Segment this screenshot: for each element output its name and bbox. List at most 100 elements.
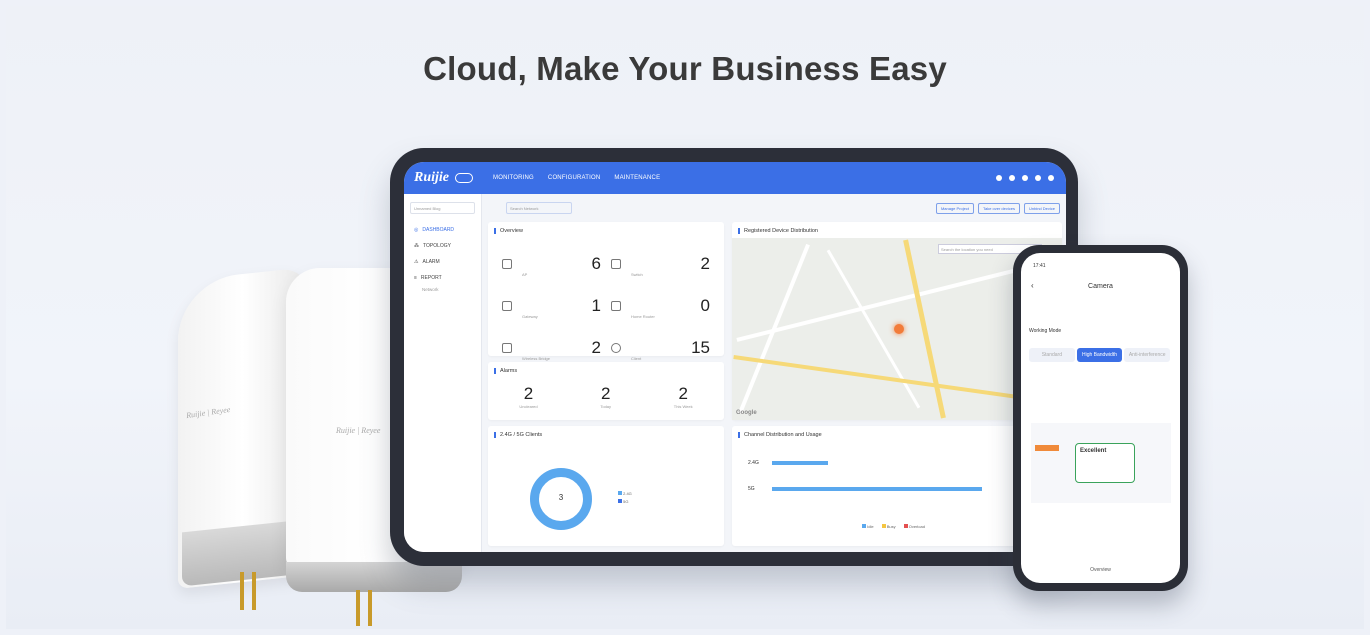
alarm-today[interactable]: 2 Today <box>600 384 611 409</box>
mode-high-bandwidth[interactable]: High Bandwidth <box>1076 348 1123 362</box>
language-icon[interactable] <box>1009 175 1015 181</box>
mode-anti-interference[interactable]: Anti-interference <box>1124 348 1171 362</box>
alarm-value: 2 <box>678 384 688 403</box>
report-icon: ≡ <box>414 275 417 281</box>
status-time: 17:41 <box>1033 263 1046 269</box>
overview-label: Home Router <box>631 313 655 319</box>
legend-busy: Busy <box>881 524 896 529</box>
nav-configuration[interactable]: CONFIGURATION <box>548 175 601 181</box>
alarms-row: 2 Uncleared 2 Today 2 This Week <box>488 374 724 409</box>
sidebar-item-label: ALARM <box>422 259 440 265</box>
gateway-icon <box>502 301 512 311</box>
help-icon[interactable] <box>1022 175 1028 181</box>
alarm-label: Today <box>600 404 612 409</box>
phone-screen: 17:41 ‹ Camera Working Mode Standard Hig… <box>1021 253 1180 583</box>
clients-legend: 2.4G 5G <box>618 490 632 506</box>
connector-pin <box>356 590 360 626</box>
legend-overload: Overload <box>903 524 925 529</box>
tab-overview[interactable]: Overview <box>1021 567 1180 573</box>
sidebar: Unnamed Blog ◎ DASHBOARD ⁂ TOPOLOGY ⚠ ALARM… <box>404 194 482 552</box>
headline: Cloud, Make Your Business Easy <box>423 50 947 87</box>
router-icon <box>611 301 621 311</box>
link-status-box: Excellent <box>1075 443 1135 483</box>
sidebar-item-alarm[interactable]: ⚠ ALARM <box>404 254 481 270</box>
alarm-label: This Week <box>673 404 693 409</box>
search-input[interactable]: Search Network <box>506 202 572 214</box>
connection-graph: Excellent <box>1031 423 1171 503</box>
settings-icon[interactable] <box>1035 175 1041 181</box>
user-icon[interactable] <box>1048 175 1054 181</box>
phone-title: Camera <box>1088 283 1113 290</box>
alarm-uncleared[interactable]: 2 Uncleared <box>519 384 537 409</box>
manage-project-button[interactable]: Manage Project <box>935 202 974 214</box>
connector-pin <box>240 572 244 610</box>
overview-label: Gateway <box>522 313 538 319</box>
ruijie-logo: Ruijie <box>414 170 450 185</box>
band-label: 2.4G <box>748 460 759 466</box>
overview-value: 1 <box>591 296 601 315</box>
alarm-value: 2 <box>600 384 611 403</box>
sidebar-item-dashboard[interactable]: ◎ DASHBOARD <box>404 222 481 238</box>
overview-value: 0 <box>700 296 710 315</box>
overview-label: Client <box>631 355 642 361</box>
overview-value: 15 <box>691 338 710 357</box>
sidebar-item-label: TOPOLOGY <box>423 243 451 249</box>
hero-banner: Cloud, Make Your Business Easy Ruijie | … <box>6 6 1364 629</box>
mode-standard[interactable]: Standard <box>1029 348 1075 362</box>
overview-card: Overview AP 6 Switch 2 Gateway 1 Home Route… <box>488 222 724 361</box>
sidebar-item-label: DASHBOARD <box>422 227 455 233</box>
toolbar: Search Network Manage Project Take over … <box>488 200 1060 216</box>
alarm-label: Uncleared <box>519 404 538 409</box>
band-label: 5G <box>748 486 755 492</box>
overview-cell-ap[interactable]: AP 6 <box>502 244 601 284</box>
sidebar-item-report[interactable]: ≡ REPORT <box>404 270 481 286</box>
tablet-screen: Ruijie MONITORING CONFIGURATION MAINTENA… <box>404 162 1066 552</box>
unbind-device-button[interactable]: Unbind Device <box>1023 202 1060 214</box>
alarm-icon: ⚠ <box>414 259 419 265</box>
sidebar-subitem-network[interactable]: Network <box>404 286 481 293</box>
network-select[interactable]: Unnamed Blog <box>410 202 475 214</box>
top-navigation-bar: Ruijie MONITORING CONFIGURATION MAINTENA… <box>404 162 1066 194</box>
dashboard-icon: ◎ <box>414 227 419 233</box>
notification-icon[interactable] <box>996 175 1002 181</box>
overview-value: 2 <box>700 254 710 273</box>
connector-pin <box>368 590 372 626</box>
working-mode-segmented: Standard High Bandwidth Anti-interferenc… <box>1029 348 1172 362</box>
alarm-this-week[interactable]: 2 This Week <box>674 384 693 409</box>
google-logo: Google <box>736 410 757 416</box>
access-point-base <box>286 562 462 592</box>
ap-icon <box>502 259 512 269</box>
take-over-devices-button[interactable]: Take over devices <box>977 202 1020 214</box>
device-marker-icon[interactable] <box>894 324 904 334</box>
nav-maintenance[interactable]: MAINTENANCE <box>614 175 660 181</box>
clients-card: 2.4G / 5G Clients 3 2.4G 5G <box>488 426 724 546</box>
cloud-icon <box>455 173 474 183</box>
alarms-card: Alarms 2 Uncleared 2 Today 2 This Week <box>488 362 724 420</box>
device-tag <box>1035 445 1059 451</box>
overview-cell-switch[interactable]: Switch 2 <box>611 244 710 284</box>
header-icons <box>996 175 1066 181</box>
client-icon <box>611 343 621 353</box>
connector-pin <box>252 572 256 610</box>
overview-grid: AP 6 Switch 2 Gateway 1 Home Router 0 Wirele… <box>488 234 724 368</box>
nav-monitoring[interactable]: MONITORING <box>493 175 534 181</box>
phone-device: 17:41 ‹ Camera Working Mode Standard Hig… <box>1013 245 1188 591</box>
clients-donut-chart: 3 <box>530 468 592 530</box>
overview-value: 6 <box>591 254 601 273</box>
overview-cell-gateway[interactable]: Gateway 1 <box>502 286 601 326</box>
topology-icon: ⁂ <box>414 243 419 249</box>
channel-usage-bar <box>772 461 828 465</box>
tablet-device: Ruijie MONITORING CONFIGURATION MAINTENA… <box>390 148 1078 566</box>
bridge-icon <box>502 343 512 353</box>
map-title: Registered Device Distribution <box>738 228 1062 234</box>
channel-legend: Idle Busy Overload <box>862 524 925 529</box>
overview-cell-home-router[interactable]: Home Router 0 <box>611 286 710 326</box>
sidebar-item-label: REPORT <box>420 275 442 281</box>
back-arrow-icon[interactable]: ‹ <box>1031 281 1034 290</box>
working-mode-label: Working Mode <box>1029 328 1062 334</box>
sidebar-item-topology[interactable]: ⁂ TOPOLOGY <box>404 238 481 254</box>
overview-label: Wireless Bridge <box>522 355 551 361</box>
ap-brand-logo: Ruijie | Reyee <box>336 426 381 435</box>
channel-usage-bar <box>772 487 982 491</box>
switch-icon <box>611 259 621 269</box>
